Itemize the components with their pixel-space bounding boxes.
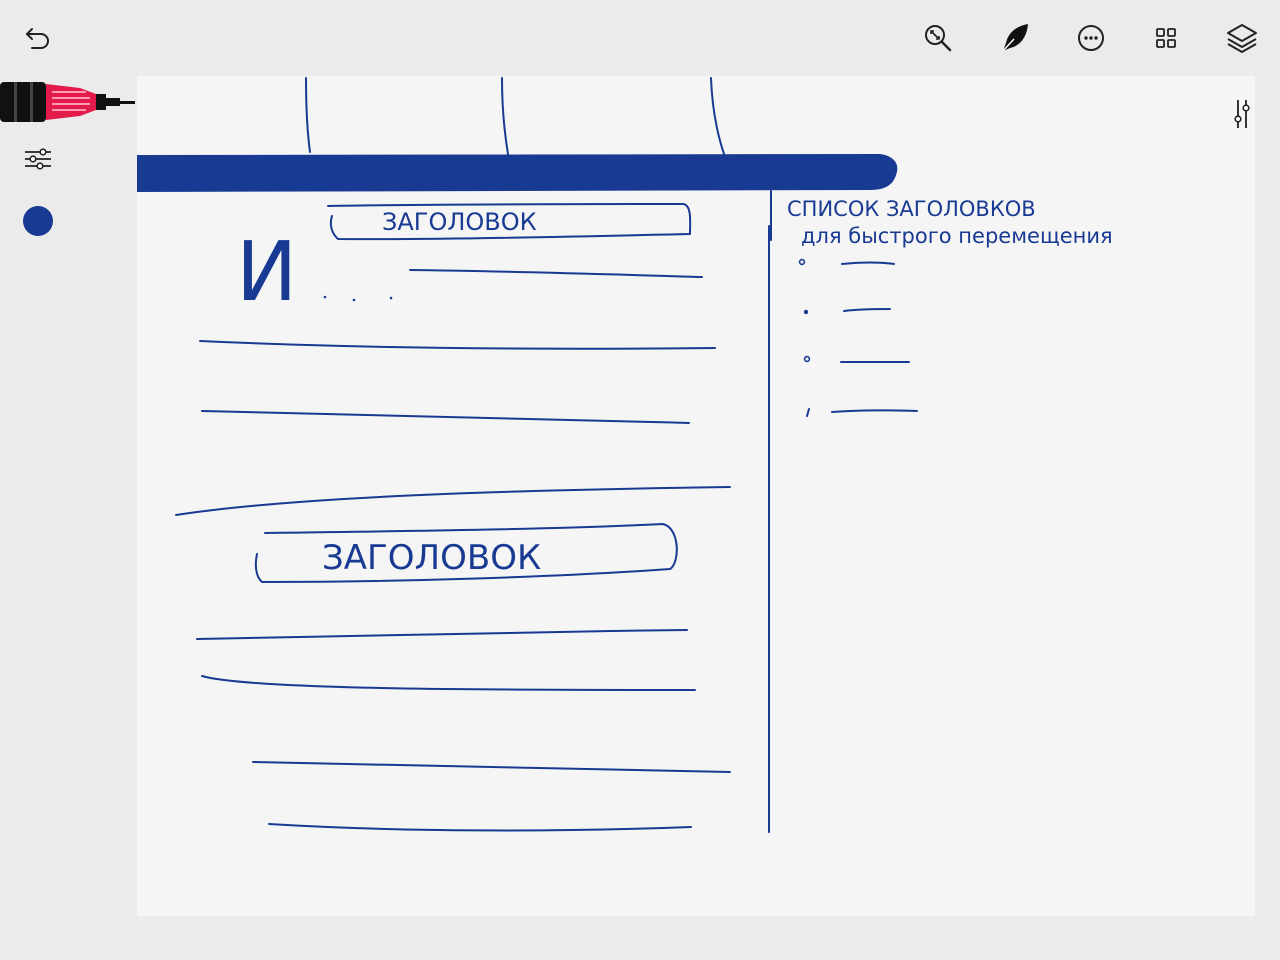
- header-band: [137, 154, 898, 192]
- sidebar-title-line2: для быстрого перемещения: [801, 224, 1113, 248]
- text-line: [199, 340, 716, 350]
- heading-text-2: ЗАГОЛОВОК: [322, 538, 541, 578]
- list-line: [841, 261, 895, 265]
- column-line: [710, 77, 725, 155]
- column-line: [305, 77, 311, 153]
- dot: [352, 298, 356, 302]
- list-line: [831, 409, 918, 413]
- sidebar-title-line1: СПИСОК ЗАГОЛОВКОВ: [787, 197, 1036, 221]
- text-line: [201, 675, 696, 691]
- dot: [389, 296, 393, 300]
- dot: [323, 295, 327, 299]
- text-line: [252, 761, 731, 773]
- sketch-drawing: ЗАГОЛОВОК И ЗАГОЛОВОК СПИСОК ЗАГОЛОВКОВ …: [137, 77, 1113, 833]
- list-bullet: [806, 408, 810, 417]
- big-letter: И: [236, 225, 297, 320]
- text-line: [196, 629, 688, 640]
- text-line: [201, 410, 690, 424]
- text-line: [175, 486, 731, 516]
- list-line: [843, 308, 891, 312]
- heading-text-1: ЗАГОЛОВОК: [382, 208, 537, 236]
- list-bullet: [803, 355, 811, 363]
- column-line: [501, 77, 509, 155]
- list-bullet: [803, 309, 809, 315]
- text-line: [409, 269, 703, 278]
- list-bullet: [798, 258, 806, 266]
- text-line: [268, 823, 692, 832]
